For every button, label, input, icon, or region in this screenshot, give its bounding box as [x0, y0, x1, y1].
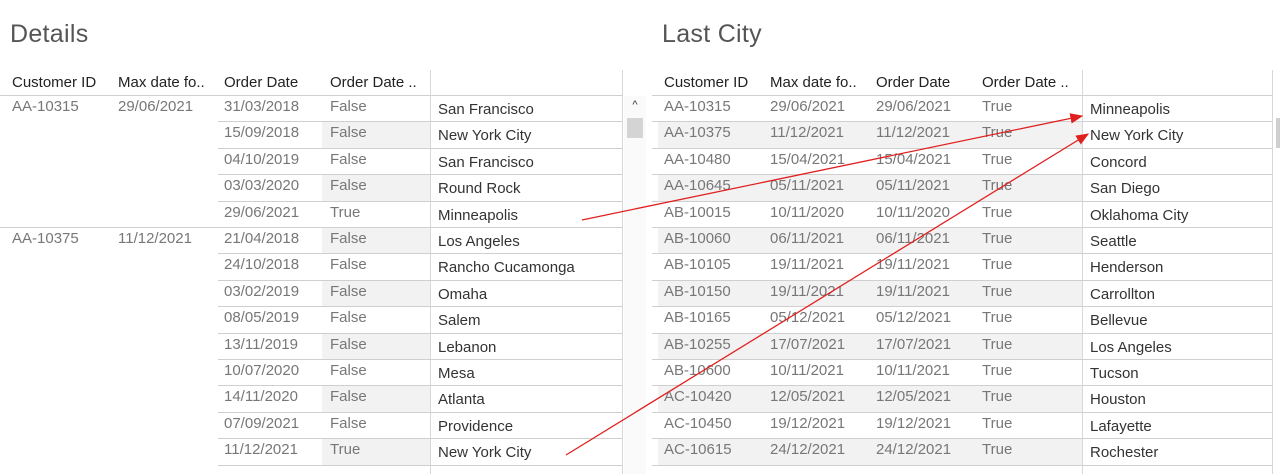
arrow-new-york-city [565, 133, 1090, 456]
annotation-arrows [565, 113, 1090, 456]
arrow-minneapolis [581, 113, 1084, 221]
